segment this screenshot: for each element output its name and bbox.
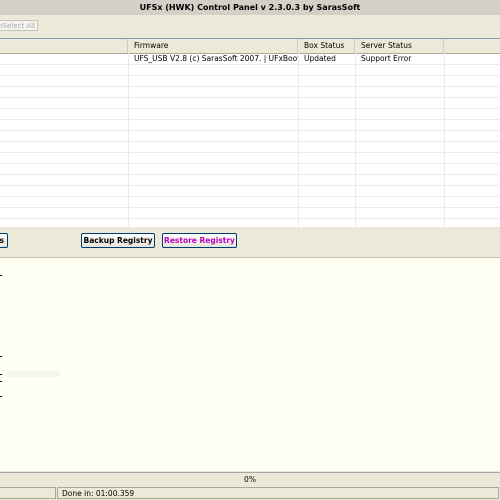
grid-row-line — [0, 207, 500, 208]
status-bar: Done in: 01:00.359 — [0, 486, 500, 500]
grid-row-line — [0, 152, 500, 153]
grid-header: Firmware Box Status Server Status — [0, 39, 500, 54]
grid-column-divider — [355, 53, 356, 227]
toolbar: nSelect All — [0, 15, 500, 37]
unselect-all-button[interactable]: nSelect All — [0, 20, 38, 31]
grid-row-line — [0, 64, 500, 65]
log-highlight — [6, 371, 61, 377]
progress-bar: 0% — [0, 472, 500, 487]
log-mark — [0, 396, 2, 397]
grid-column-divider — [298, 53, 299, 227]
table-row-server-status[interactable]: Support Error — [355, 53, 444, 64]
grid-column-divider — [444, 53, 445, 227]
action-bar: s Backup Registry Restore Registry — [0, 227, 500, 256]
grid-row-line — [0, 75, 500, 76]
grid-row-line — [0, 218, 500, 219]
grid-column-divider — [128, 53, 129, 227]
column-header-server-status[interactable]: Server Status — [355, 39, 444, 53]
table-row-box-status[interactable]: Updated — [298, 53, 355, 64]
partial-left-button[interactable]: s — [0, 233, 8, 248]
grid-row-line — [0, 185, 500, 186]
status-done-text: Done in: 01:00.359 — [62, 489, 135, 498]
grid-row-line — [0, 97, 500, 98]
grid-row-line — [0, 130, 500, 131]
status-panel-done: Done in: 01:00.359 — [57, 487, 499, 499]
grid-row-line — [0, 196, 500, 197]
status-panel-left — [0, 487, 56, 499]
restore-registry-button[interactable]: Restore Registry — [162, 233, 237, 248]
column-header-box-status[interactable]: Box Status — [298, 39, 355, 53]
log-panel[interactable] — [0, 257, 500, 471]
column-header-firmware[interactable]: Firmware — [128, 39, 298, 53]
grid-row-line — [0, 119, 500, 120]
grid-row-line — [0, 174, 500, 175]
column-header-blank[interactable] — [0, 39, 128, 53]
grid-row-line — [0, 108, 500, 109]
backup-registry-button[interactable]: Backup Registry — [81, 233, 155, 248]
grid-row-line — [0, 86, 500, 87]
window-titlebar: UFSx (HWK) Control Panel v 2.3.0.3 by Sa… — [0, 0, 500, 16]
grid-row-line — [0, 141, 500, 142]
log-mark — [0, 374, 2, 375]
window-title: UFSx (HWK) Control Panel v 2.3.0.3 by Sa… — [139, 3, 361, 12]
grid-row-line — [0, 163, 500, 164]
log-mark — [0, 356, 2, 357]
table-row-firmware[interactable]: UFS_USB V2.8 (c) SarasSoft 2007. | UFxBo… — [128, 53, 298, 64]
column-header-filler — [444, 39, 500, 53]
log-mark — [0, 275, 2, 276]
progress-text: 0% — [244, 475, 256, 484]
log-mark — [0, 381, 2, 382]
device-grid[interactable]: Firmware Box Status Server Status UFS_US… — [0, 38, 500, 228]
